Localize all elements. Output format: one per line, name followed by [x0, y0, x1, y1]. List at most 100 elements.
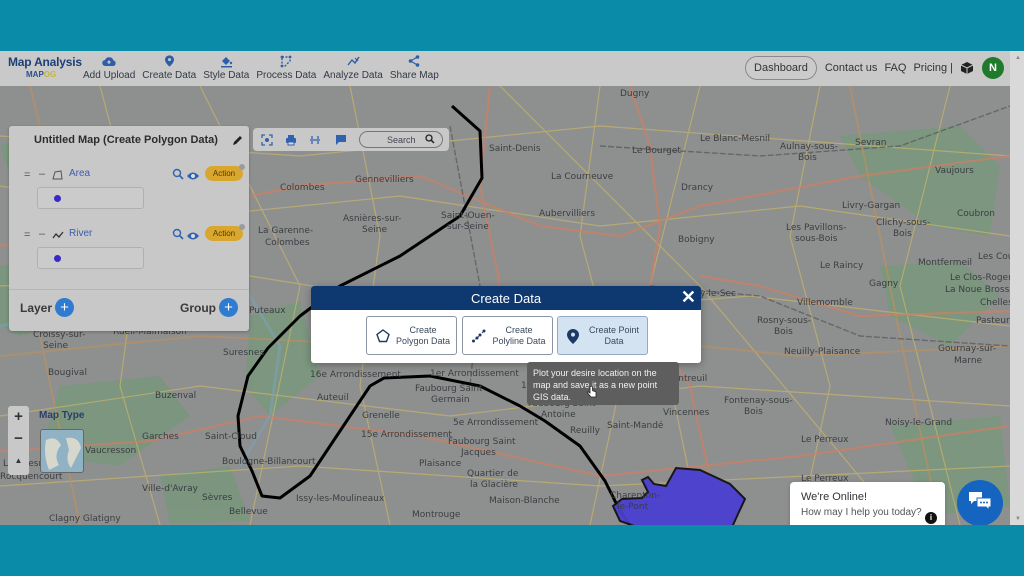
map-toolbar: Search: [253, 128, 449, 151]
zoom-in-button[interactable]: +: [8, 408, 29, 425]
dashboard-button[interactable]: Dashboard: [745, 56, 817, 80]
map-place-label: Le Perreux: [801, 435, 849, 445]
map-place-label: Vincennes: [663, 408, 710, 418]
scroll-up-icon[interactable]: ▲: [1015, 55, 1021, 61]
map-place-label: Les Pavillons-: [786, 223, 847, 233]
layer-action-button[interactable]: Action: [205, 226, 243, 241]
map-place-label: Grenelle: [362, 411, 400, 421]
nav-add-upload[interactable]: Add Upload: [80, 53, 138, 81]
collapse-icon[interactable]: –: [39, 168, 45, 180]
map-place-label: Sèvres: [202, 493, 233, 503]
cloud-upload-icon: [102, 53, 116, 69]
map-place-label: Seine: [43, 341, 68, 351]
map-place-label: 1er Arrondissement: [430, 369, 519, 379]
map-place-label: Reuilly: [570, 426, 600, 436]
chat-greeting-bubble[interactable]: We're Online! How may I help you today?: [790, 482, 945, 525]
cube-icon[interactable]: [960, 61, 974, 75]
map-place-label: Antoine: [541, 410, 576, 420]
map-place-label: Bois: [774, 327, 793, 337]
map-place-label: Bois: [893, 229, 912, 239]
map-place-label: Vaucresson: [85, 446, 137, 456]
map-place-label: Saint-Ouen-: [441, 211, 495, 221]
map-place-label: Le Bourget: [632, 146, 681, 156]
map-place-label: Noisy-le-Grand: [885, 418, 953, 428]
chat-launcher-button[interactable]: [957, 480, 1003, 525]
create-point-data-button[interactable]: Create Point Data: [557, 316, 648, 355]
zoom-out-button[interactable]: −: [8, 430, 29, 447]
zoom-to-layer-icon[interactable]: [172, 227, 184, 245]
map-type-label: Map Type: [39, 410, 85, 421]
map-place-label: Saint-Cloud: [205, 432, 257, 442]
map-place-label: Gournay-sur-: [938, 344, 997, 354]
chat-message: How may I help you today?: [801, 507, 922, 518]
logo-subtitle: MAPOG: [26, 70, 57, 79]
map-pin-icon: [164, 53, 174, 69]
nav-style-data[interactable]: Style Data: [200, 53, 252, 81]
paint-bucket-icon: [220, 53, 233, 69]
nav-process-data[interactable]: Process Data: [253, 53, 319, 81]
measure-icon[interactable]: [309, 133, 321, 151]
map-place-label: sous-Bois: [795, 234, 838, 244]
map-canvas[interactable]: Dugny Saint-Denis Le Bourget Le Blanc-Mesni…: [0, 86, 1010, 525]
logo[interactable]: Map Analysis MAPOG: [8, 55, 82, 79]
group-label: Group: [180, 301, 216, 315]
visibility-icon[interactable]: [186, 168, 200, 186]
create-polygon-data-button[interactable]: Create Polygon Data: [366, 316, 457, 355]
nav-label: Add Upload: [83, 70, 136, 81]
map-place-label: Colombes: [265, 238, 310, 248]
layer-status-dot: [239, 164, 245, 170]
map-place-label: Plaisance: [419, 459, 462, 469]
add-group-button[interactable]: +: [219, 298, 238, 317]
add-layer-button[interactable]: +: [55, 298, 74, 317]
modal-header: Create Data ✕: [311, 286, 701, 310]
map-place-label: Aubervilliers: [539, 209, 596, 219]
scroll-down-icon[interactable]: ▼: [1015, 516, 1021, 522]
info-icon[interactable]: i: [925, 512, 937, 524]
map-place-label: Maison-Blanche: [489, 496, 560, 506]
print-icon[interactable]: [285, 133, 297, 151]
contact-us-link[interactable]: Contact us: [825, 62, 878, 74]
layer-action-button[interactable]: Action: [205, 166, 243, 181]
comment-icon[interactable]: [335, 133, 347, 151]
reset-north-button[interactable]: ▲: [8, 456, 29, 465]
nav-create-data[interactable]: Create Data: [139, 53, 199, 81]
map-place-label: Drancy: [681, 183, 714, 193]
map-pin-icon: [567, 329, 579, 349]
map-place-label: Ville-d'Avray: [142, 484, 198, 494]
search-icon[interactable]: [425, 134, 435, 146]
map-place-label: Auteuil: [317, 393, 349, 403]
panel-divider: [9, 289, 249, 290]
map-place-label: Rosny-sous-: [757, 316, 811, 326]
map-search-input[interactable]: Search: [359, 131, 443, 148]
map-place-label: Coubron: [957, 209, 995, 219]
nav-analyze-data[interactable]: Analyze Data: [320, 53, 385, 81]
focus-icon[interactable]: [261, 133, 273, 151]
app-window: Dugny Saint-Denis Le Bourget Le Blanc-Mesni…: [0, 51, 1024, 525]
create-polyline-data-button[interactable]: Create Polyline Data: [462, 316, 553, 355]
map-place-label: Germain: [431, 395, 470, 405]
pricing-link[interactable]: Pricing |: [913, 62, 953, 74]
drag-handle-icon[interactable]: =: [24, 169, 30, 181]
drag-handle-icon[interactable]: =: [24, 229, 30, 241]
layer-name[interactable]: River: [69, 228, 92, 239]
edit-title-icon[interactable]: [232, 133, 243, 151]
zoom-to-layer-icon[interactable]: [172, 167, 184, 185]
visibility-icon[interactable]: [186, 228, 200, 246]
close-icon[interactable]: ✕: [681, 287, 696, 308]
option-line1: Create: [505, 325, 533, 335]
page-scrollbar[interactable]: ▲ ▼: [1010, 51, 1024, 525]
map-place-label: Croissy-sur-: [33, 330, 86, 340]
layer-label: Layer: [20, 301, 53, 315]
map-place-label: Villemomble: [797, 298, 853, 308]
map-place-label: Clichy-sous-: [876, 218, 931, 228]
layer-style-swatch[interactable]: [37, 187, 144, 209]
nav-share-map[interactable]: Share Map: [387, 53, 442, 81]
map-type-thumbnail[interactable]: [40, 429, 84, 473]
faq-link[interactable]: FAQ: [884, 62, 906, 74]
nav-label: Create Data: [142, 70, 197, 81]
user-avatar[interactable]: N: [982, 57, 1004, 79]
layer-style-swatch[interactable]: [37, 247, 144, 269]
collapse-icon[interactable]: –: [39, 228, 45, 240]
layer-panel: Untitled Map (Create Polygon Data) = – A…: [9, 126, 249, 331]
layer-name[interactable]: Area: [69, 168, 90, 179]
